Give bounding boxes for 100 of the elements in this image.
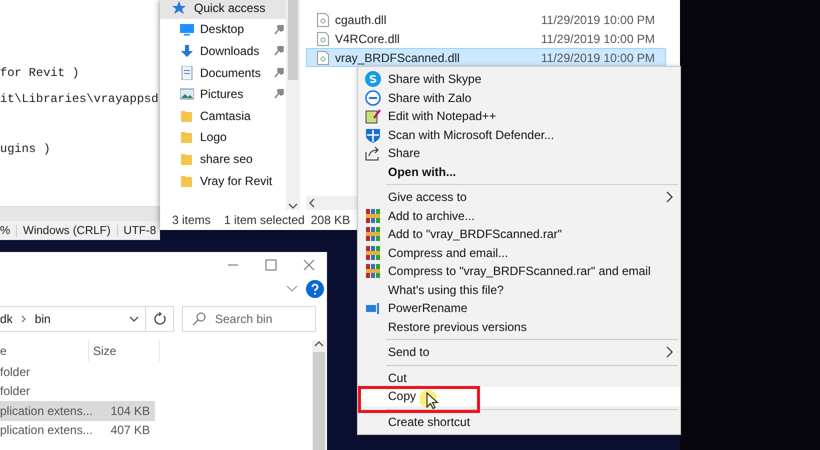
nav-item[interactable]: Desktop <box>160 18 286 40</box>
nav-label: Documents <box>200 66 261 80</box>
monitor-icon <box>180 22 194 36</box>
status-text: 3 items <box>172 213 212 227</box>
download-arrow-icon <box>180 44 194 58</box>
search-icon <box>192 312 206 326</box>
nav-item[interactable]: Documents <box>160 62 286 84</box>
nav-item[interactable]: share seo <box>160 148 286 170</box>
menu-item[interactable]: Compress to "vray_BRDFScanned.rar" and email <box>358 262 680 280</box>
breadcrumb[interactable]: dk <box>0 312 13 326</box>
type-cell-text: folder <box>0 384 32 398</box>
status-text: UTF-8 <box>122 224 158 236</box>
file-row[interactable]: folder <box>0 382 155 401</box>
search-field[interactable]: Search bin <box>182 306 316 332</box>
file-name: V4RCore.dll <box>335 32 401 46</box>
nav-label: share seo <box>200 152 253 166</box>
file-row[interactable]: plication extens... 104 KB <box>0 401 155 420</box>
column-header[interactable]: e <box>0 340 89 362</box>
size-cell-text: 407 KB <box>110 423 150 438</box>
close-icon[interactable] <box>303 259 315 271</box>
menu-item[interactable]: Give access to <box>358 188 680 206</box>
nav-label: Pictures <box>200 87 244 102</box>
menu-item[interactable]: Share <box>358 144 680 162</box>
file-date: 11/29/2019 10:00 PM <box>541 12 655 26</box>
refresh-icon <box>152 312 166 326</box>
nav-label: Quick access <box>194 0 266 15</box>
share-icon <box>365 145 381 162</box>
nav-item[interactable]: Camtasia <box>160 104 286 127</box>
picture-icon <box>180 87 194 102</box>
menu-item[interactable]: Compress and email... <box>358 244 680 262</box>
code-line: it\Libraries\vrayappsd <box>0 92 160 108</box>
menu-item[interactable]: Restore previous versions <box>358 318 680 336</box>
scrollbar-thumb[interactable] <box>288 0 298 80</box>
menu-item[interactable]: PowerRename <box>358 299 680 318</box>
nav-label: Logo <box>200 130 227 144</box>
menu-item[interactable]: Create shortcut <box>358 412 680 431</box>
menu-item[interactable]: Add to archive... <box>358 206 680 225</box>
books-icon <box>365 226 381 242</box>
file-name: cgauth.dll <box>335 12 388 26</box>
maximize-icon[interactable] <box>265 259 277 271</box>
menu-item[interactable]: Open with... <box>358 162 680 181</box>
breadcrumb[interactable]: bin <box>34 312 51 326</box>
menu-item[interactable]: Share with Zalo <box>358 88 680 107</box>
nav-label: Desktop <box>200 22 244 36</box>
column-header[interactable]: Size <box>89 340 160 362</box>
refresh-button[interactable] <box>146 306 174 332</box>
chevron-down-icon[interactable] <box>288 202 298 210</box>
notepad-icon <box>365 108 381 124</box>
status-text: 208 KB <box>310 213 350 227</box>
chat-circle-icon <box>365 90 381 106</box>
menu-item[interactable]: Cut <box>358 368 680 387</box>
menu-item[interactable]: Add to "vray_BRDFScanned.rar" <box>358 225 680 244</box>
type-cell-text: plication extens... <box>0 423 94 438</box>
nav-item[interactable]: Logo <box>160 126 286 148</box>
chevron-down-icon[interactable] <box>286 285 298 293</box>
status-text: % <box>0 224 17 236</box>
skype-icon <box>365 71 381 88</box>
folder-icon <box>180 130 194 144</box>
nav-label: Camtasia <box>200 108 251 123</box>
menu-item[interactable]: Send to <box>358 343 680 362</box>
chevron-right-icon <box>666 346 674 358</box>
file-icon <box>317 12 329 26</box>
nav-item[interactable]: Quick access <box>160 0 286 19</box>
dropdown-icon[interactable] <box>129 315 139 323</box>
scrollbar-thumb[interactable] <box>313 352 325 450</box>
menu-item[interactable]: Scan with Microsoft Defender... <box>358 126 680 144</box>
file-row[interactable]: cgauth.dll 11/29/2019 10:00 PM <box>306 10 666 29</box>
file-row[interactable]: folder <box>0 362 155 382</box>
chevron-right-icon <box>666 191 674 204</box>
status-text: 1 item selected <box>224 213 305 227</box>
nav-item[interactable]: Downloads <box>160 40 286 62</box>
menu-item[interactable]: Copy <box>358 387 680 406</box>
nav-label: Vray for Revit <box>200 174 272 188</box>
address-bar[interactable]: dk bin <box>0 306 146 332</box>
menu-item[interactable]: What's using this file? <box>358 280 680 299</box>
nav-item[interactable]: Vray for Revit <box>160 170 286 192</box>
menu-item[interactable]: Share with Skype <box>358 70 680 88</box>
file-row[interactable]: V4RCore.dll 11/29/2019 10:00 PM <box>306 29 666 48</box>
rename-icon <box>365 300 381 316</box>
size-cell-text: 104 KB <box>110 404 150 418</box>
books-icon <box>365 263 381 280</box>
nav-label: Downloads <box>200 44 260 58</box>
file-row[interactable]: vray_BRDFScanned.dll 11/29/2019 10:00 PM <box>306 48 666 67</box>
code-line: for Revit ) <box>0 66 80 82</box>
file-row[interactable]: plication extens... 407 KB <box>0 420 155 440</box>
menu-item[interactable]: Edit with Notepad++ <box>358 107 680 126</box>
shield-icon <box>365 126 381 143</box>
file-icon <box>317 50 329 64</box>
nav-item[interactable]: Pictures <box>160 83 286 105</box>
code-line: ugins ) <box>0 142 52 158</box>
chevron-right-icon <box>20 315 27 323</box>
chevron-up-icon[interactable] <box>314 340 324 348</box>
type-cell-text: plication extens... <box>0 404 94 418</box>
file-name: vray_BRDFScanned.dll <box>335 50 461 64</box>
file-icon <box>317 32 329 46</box>
file-date: 11/29/2019 10:00 PM <box>541 50 655 64</box>
type-cell-text: folder <box>0 364 32 379</box>
help-icon[interactable] <box>306 280 324 298</box>
books-icon <box>365 244 381 261</box>
status-text: Windows (CRLF) <box>17 224 118 236</box>
